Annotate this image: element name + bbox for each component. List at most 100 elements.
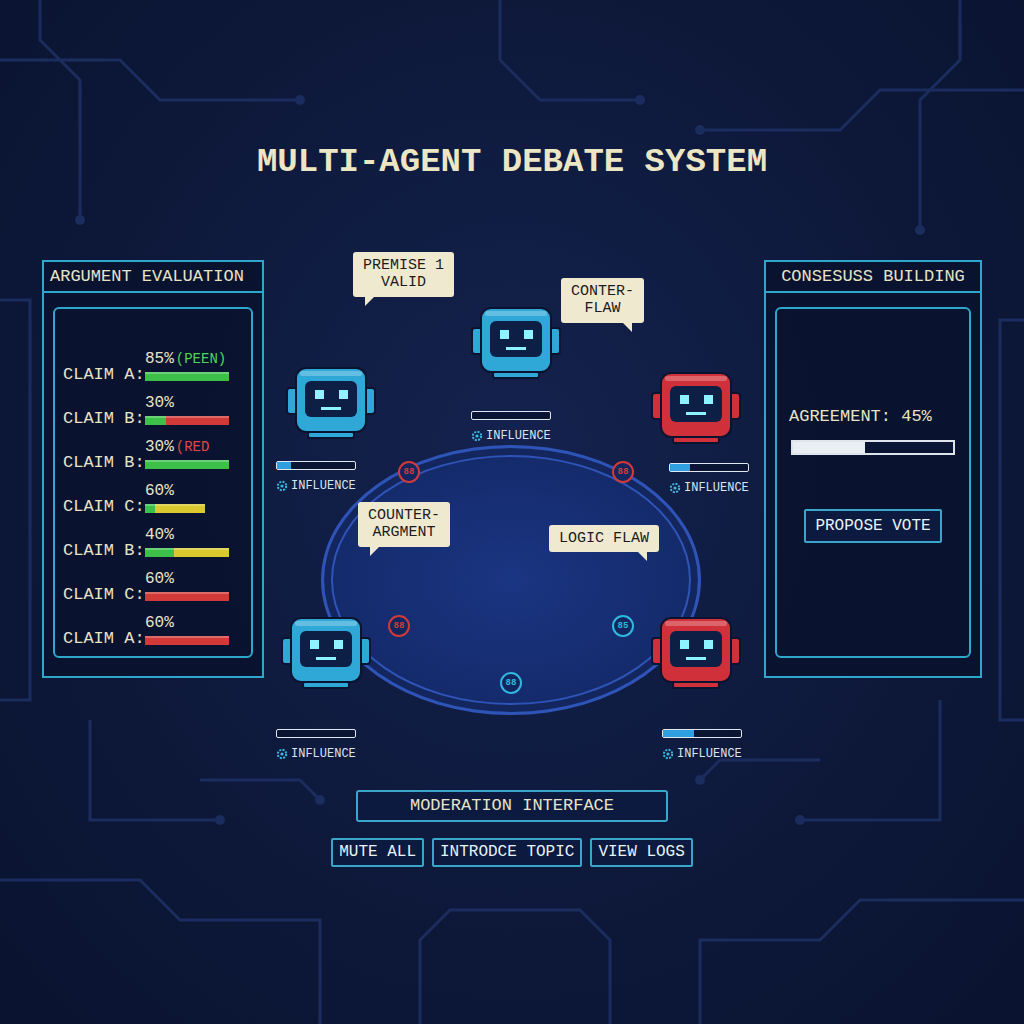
table-token: 88 <box>388 615 410 637</box>
influence-label-row: INFLUENCE <box>471 429 557 443</box>
claim-row: CLAIM B:30%(RED <box>63 425 243 469</box>
influence-meter: INFLUENCE <box>276 461 362 493</box>
influence-label-row: INFLUENCE <box>669 481 755 495</box>
agent-robot-icon <box>281 610 371 690</box>
agent-robot-icon <box>651 365 741 445</box>
claim-detail: 30%(RED <box>145 438 229 469</box>
gear-icon <box>669 482 681 494</box>
claim-value-line: 85%(PEEN) <box>145 350 229 369</box>
moderation-button[interactable]: INTRODCE TOPIC <box>432 838 582 867</box>
claim-detail: 60% <box>145 482 229 513</box>
claim-detail: 30% <box>145 394 229 425</box>
agent-robot-icon <box>286 360 376 440</box>
claim-bar-fill <box>145 636 229 645</box>
claim-bar-segment <box>174 548 229 557</box>
claim-detail: 40% <box>145 526 229 557</box>
influence-fill <box>663 730 694 737</box>
table-token-label: 88 <box>506 679 517 688</box>
claim-value: 60% <box>145 482 174 500</box>
main-area: ARGUMENT EVALUATION CLAIM A:85%(PEEN)CLA… <box>0 250 1024 770</box>
table-token-label: 88 <box>394 622 405 631</box>
speech-bubble-line: CONTER- <box>571 283 634 300</box>
agreement-bar <box>791 440 955 455</box>
claim-bar <box>145 372 229 381</box>
claim-bar-fill <box>145 372 229 381</box>
claim-bar-segment <box>145 592 229 601</box>
claim-value-line: 40% <box>145 526 229 545</box>
claim-bar <box>145 592 229 601</box>
claim-bar <box>145 416 229 425</box>
agent-robot-icon <box>651 610 741 690</box>
claim-bar-fill <box>166 416 229 425</box>
influence-meter: INFLUENCE <box>662 729 748 761</box>
influence-bar <box>471 411 551 420</box>
influence-bar <box>276 729 356 738</box>
claim-value-line: 60% <box>145 570 229 589</box>
claim-bar-fill <box>145 416 166 425</box>
table-token: 88 <box>398 461 420 483</box>
influence-label-row: INFLUENCE <box>276 747 362 761</box>
claim-tag: (RED <box>176 439 210 455</box>
page: MULTI-AGENT DEBATE SYSTEM ARGUMENT EVALU… <box>0 0 1024 867</box>
claim-bar-segment <box>145 548 174 557</box>
influence-label: INFLUENCE <box>486 429 551 443</box>
claim-bar-fill <box>174 548 229 557</box>
claim-detail: 85%(PEEN) <box>145 350 229 381</box>
claim-value-line: 30%(RED <box>145 438 229 457</box>
consensus-panel: CONSESUSS BUILDING AGREEMENT: 45% PROPOS… <box>764 260 982 678</box>
speech-bubble: CONTER-FLAW <box>561 278 644 323</box>
claim-bar <box>145 636 229 645</box>
claim-bar-fill <box>145 592 229 601</box>
claim-bar-segment <box>145 372 229 381</box>
moderation-button[interactable]: VIEW LOGS <box>590 838 692 867</box>
moderation-button[interactable]: MUTE ALL <box>331 838 424 867</box>
gear-icon <box>276 748 288 760</box>
speech-bubble: LOGIC FLAW <box>549 525 659 552</box>
debate-area: 88 88 88 85 88 INFLUENCE INFLUENCE INFLUENCE INF… <box>264 250 764 770</box>
claim-value-line: 60% <box>145 482 229 501</box>
speech-bubble: COUNTER-ARGMENT <box>358 502 450 547</box>
influence-fill <box>670 464 690 471</box>
moderation-area: MODERATION INTERFACE MUTE ALL INTRODCE TO… <box>0 790 1024 867</box>
claim-label: CLAIM A: <box>63 366 145 385</box>
argument-panel-body: CLAIM A:85%(PEEN)CLAIM B:30%CLAIM B:30%(… <box>44 293 262 676</box>
speech-bubble-line: ARGMENT <box>368 524 440 541</box>
claim-label: CLAIM B: <box>63 454 145 473</box>
influence-label-row: INFLUENCE <box>662 747 748 761</box>
moderation-title: MODERATION INTERFACE <box>356 790 668 822</box>
agreement-fill <box>793 442 865 453</box>
influence-label: INFLUENCE <box>677 747 742 761</box>
claim-bar <box>145 548 229 557</box>
claim-value: 40% <box>145 526 174 544</box>
consensus-box: AGREEMENT: 45% PROPOSE VOTE <box>775 307 971 658</box>
claim-bar <box>145 460 229 469</box>
table-token: 88 <box>612 461 634 483</box>
influence-bar <box>276 461 356 470</box>
claim-bar-fill <box>145 460 229 469</box>
claim-label: CLAIM B: <box>63 542 145 561</box>
moderation-buttons: MUTE ALL INTRODCE TOPIC VIEW LOGS <box>331 838 693 867</box>
table-token: 88 <box>500 672 522 694</box>
page-title: MULTI-AGENT DEBATE SYSTEM <box>0 142 1024 182</box>
gear-icon <box>276 480 288 492</box>
propose-vote-button[interactable]: PROPOSE VOTE <box>804 509 941 544</box>
claim-tag: (PEEN) <box>176 351 226 367</box>
table-token: 85 <box>612 615 634 637</box>
speech-bubble-line: COUNTER- <box>368 507 440 524</box>
gear-icon <box>662 748 674 760</box>
influence-label-row: INFLUENCE <box>276 479 362 493</box>
influence-label: INFLUENCE <box>291 479 356 493</box>
claim-bar-segment <box>145 504 155 513</box>
agreement-label: AGREEMENT: 45% <box>785 317 961 427</box>
claim-bar-segment <box>166 416 229 425</box>
vote-row: PROPOSE VOTE <box>785 509 961 544</box>
gear-icon <box>471 430 483 442</box>
agent-robot-icon <box>471 300 561 380</box>
claim-bar-segment <box>155 504 205 513</box>
table-token-label: 85 <box>618 622 629 631</box>
speech-bubble-line: FLAW <box>571 300 634 317</box>
claim-row: CLAIM B:40% <box>63 513 243 557</box>
claim-label: CLAIM C: <box>63 498 145 517</box>
speech-bubble-line: LOGIC FLAW <box>559 530 649 547</box>
influence-bar <box>662 729 742 738</box>
